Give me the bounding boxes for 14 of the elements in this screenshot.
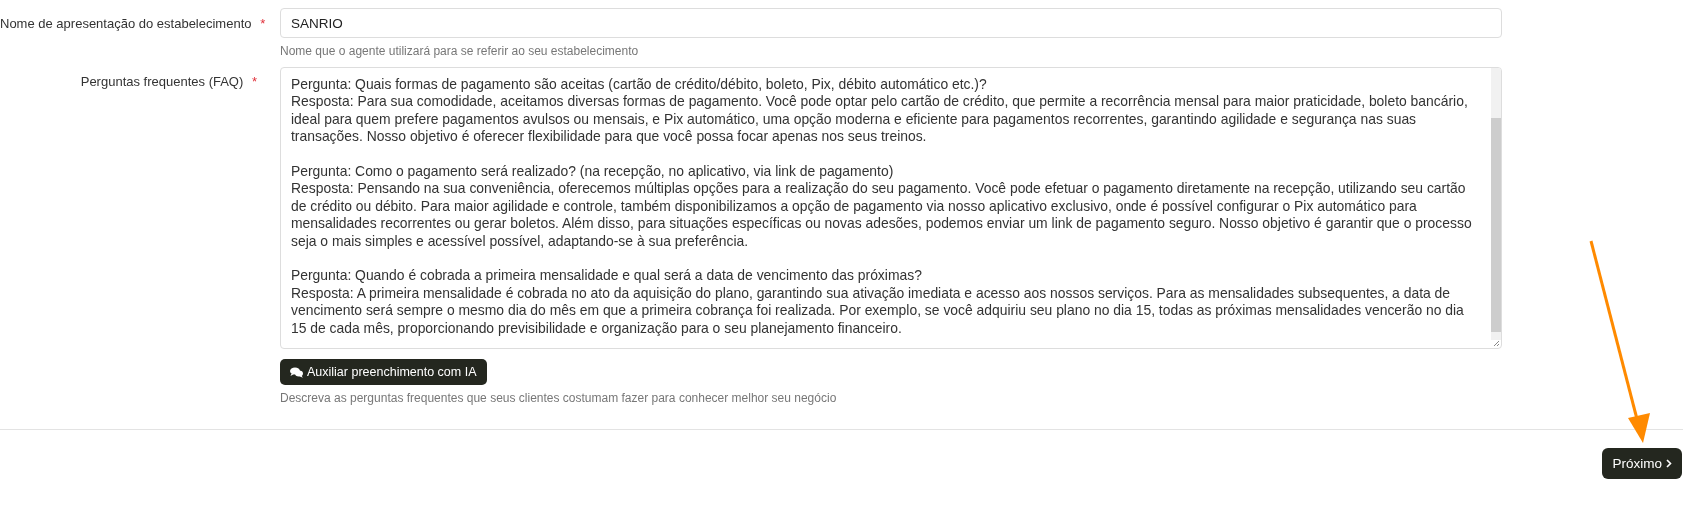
help-text: Nome que o agente utilizará para se referir ao seu estabelecimento — [280, 44, 640, 58]
field-label: Perguntas frequentes (FAQ) — [80, 74, 244, 89]
required-asterisk: * — [251, 74, 257, 89]
field-label: Nome de apresentação do estabelecimento — [0, 16, 252, 31]
faq-text-area[interactable]: Pergunta: Quais formas de pagamento são aceitas (cartão de crédito/débito, boleto, Pix, débito automático etc.)? Resposta: Para sua comodidade, aceitamos diversas formas de pagamento. Você pode optar pelo cartão de crédito, que permite a recorrência mensal para maior praticidade, boleto bancário, ideal para quem prefere pagamentos avulsos ou mensais, e Pix automático, uma opção moderna e eficiente para pagamentos recorrentes, garantindo agilidade e segurança nas suas transações. Nosso objetivo é oferecer flexibilidade para que você possa focar apenas nos seus treinos. Pergunta: Como o pagamento será realizado? (na recepção, no aplicativo, via link de pagamento) Resposta: Pensando na sua conveniência, oferecemos múltiplas opções para a realização do seu pagamento. Você pode efetuar o pagamento diretamente na recepção, utilizando seu cartão de crédito ou débito. Para maior agilidade e controle, também disponibilizamos a opção de pagamento via nosso aplicativo exclusivo, onde é possível configurar o Pix automático para mensalidades recorrentes ou gerar boletos. Além disso, para situações específicas ou novas adesões, podemos enviar um link de pagamento seguro. Nosso objetivo é garantir que o processo seja o mais simples e acessível possível, adaptando-se à sua preferência. Pergunta: Quando é cobrada a primeira mensalidade e qual será a data de vencimento das próximas? Resposta: A primeira mensalidade é cobrada no ato da aquisição do plano, garantindo sua ativação imediata e acesso aos nossos serviços. Para as mensalidades subsequentes, a data de vencimento será sempre o mesmo dia do mês em que a primeira cobrança foi realizada. Por exemplo, se você adquiriu seu plano no dia 15, todas as próximas mensalidades vencerão no dia 15 de cada mês, proporcionando previsibilidade e organização para o seu planejamento financeiro. — [280, 67, 1502, 349]
scrollbar[interactable] — [1491, 68, 1501, 340]
help-text: Descreva as perguntas frequentes que seus clientes costumam fazer para conhecer melhor seu negócio — [280, 391, 838, 405]
ai-assist-button[interactable]: Auxiliar preenchimento com IA — [280, 359, 487, 385]
chat-bubbles-icon — [290, 366, 303, 378]
required-asterisk: * — [260, 16, 266, 31]
next-button[interactable]: Próximo — [1602, 448, 1682, 479]
chevron-right-icon — [1666, 459, 1672, 468]
name-input[interactable]: SANRIO — [280, 8, 1502, 38]
resize-grip-icon[interactable] — [1493, 340, 1500, 347]
